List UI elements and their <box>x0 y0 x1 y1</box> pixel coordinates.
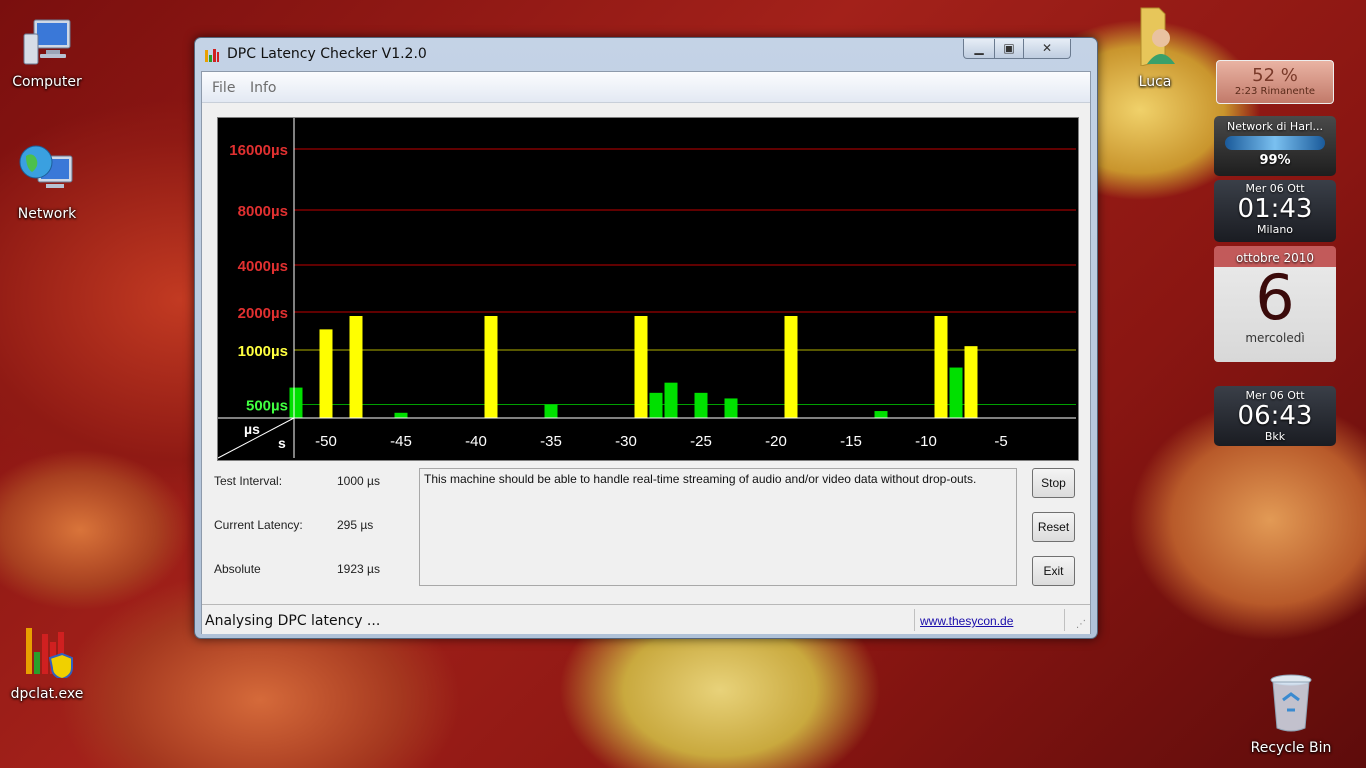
y-tick-label: 16000µs <box>229 142 288 159</box>
exit-button[interactable]: Exit <box>1032 556 1075 586</box>
chart-background <box>218 118 1078 460</box>
absolute-label: Absolute <box>214 562 261 576</box>
latency-bar <box>319 329 333 418</box>
desktop-background: Computer Network dpclat.exe Luca Recycle… <box>0 0 1366 768</box>
y-tick-label: 1000µs <box>238 343 288 360</box>
thesycon-link[interactable]: www.thesycon.de <box>920 614 1013 628</box>
clock-gadget-bkk[interactable]: Mer 06 Ott 06:43 Bkk <box>1214 386 1336 446</box>
maximize-button[interactable]: ▣ <box>994 39 1024 59</box>
latency-bar <box>634 316 648 418</box>
x-tick-label: -15 <box>840 433 862 450</box>
desktop-icon-label: Network <box>17 206 77 222</box>
battery-remaining: 2:23 Rimanente <box>1234 86 1316 97</box>
resize-grip-icon[interactable]: ⋰ <box>1076 619 1086 630</box>
latency-bar <box>664 382 678 418</box>
maximize-icon: ▣ <box>1003 41 1015 55</box>
clock-gadget-milano[interactable]: Mer 06 Ott 01:43 Milano <box>1214 180 1336 242</box>
desktop-icon-luca[interactable]: Luca <box>1110 4 1200 90</box>
y-tick-label: 4000µs <box>238 258 288 275</box>
latency-bar <box>874 411 888 418</box>
menu-bar: File Info <box>202 72 1090 103</box>
latency-bar <box>289 387 303 418</box>
network-signal: 99% <box>1259 153 1291 168</box>
clock-city: Milano <box>1256 223 1294 236</box>
latency-chart: 16000µs 8000µs 4000µs 2000µs 1000µs 500µs µs s -… <box>217 117 1079 461</box>
latency-bar <box>949 367 963 418</box>
x-tick-label: -45 <box>390 433 412 450</box>
menu-file[interactable]: File <box>212 80 235 96</box>
calendar-gadget[interactable]: ottobre 2010 6 mercoledì <box>1214 246 1336 362</box>
latency-bar <box>784 316 798 418</box>
close-button[interactable]: ✕ <box>1023 39 1071 59</box>
status-text: Analysing DPC latency ... <box>205 613 381 629</box>
battery-gadget[interactable]: 52 % 2:23 Rimanente <box>1216 60 1334 104</box>
clock-city: Bkk <box>1264 430 1286 443</box>
current-latency-label: Current Latency: <box>214 518 303 532</box>
latency-bar <box>544 404 558 418</box>
minimize-button[interactable]: ▁ <box>963 39 995 59</box>
calendar-day: 6 <box>1255 261 1295 334</box>
test-interval-value: 1000 µs <box>337 474 380 488</box>
latency-bar <box>349 316 363 418</box>
y-tick-label: 8000µs <box>238 203 288 220</box>
absolute-value: 1923 µs <box>337 562 380 576</box>
x-tick-label: -30 <box>615 433 637 450</box>
close-icon: ✕ <box>1041 41 1053 55</box>
desktop-icon-computer[interactable]: Computer <box>2 16 92 90</box>
signal-meter-icon <box>1225 136 1325 150</box>
status-separator <box>1064 609 1065 631</box>
calendar-weekday: mercoledì <box>1245 331 1305 345</box>
latency-bar <box>649 392 663 418</box>
minimize-icon: ▁ <box>974 41 984 55</box>
y-tick-label: 2000µs <box>238 305 288 322</box>
desktop-icon-recycle-bin[interactable]: Recycle Bin <box>1246 672 1336 756</box>
network-name: Network di Harl... <box>1226 120 1324 133</box>
network-gadget[interactable]: Network di Harl... 99% <box>1214 116 1336 176</box>
y-unit-label: µs <box>244 421 260 437</box>
reset-button[interactable]: Reset <box>1032 512 1075 542</box>
result-message: This machine should be able to handle re… <box>419 468 1017 586</box>
status-separator <box>914 609 915 631</box>
stop-button[interactable]: Stop <box>1032 468 1075 498</box>
y-tick-label: 500µs <box>246 398 288 415</box>
test-interval-label: Test Interval: <box>214 474 283 488</box>
menu-info[interactable]: Info <box>250 80 277 96</box>
x-tick-label: -5 <box>994 433 1007 450</box>
latency-bar <box>484 316 498 418</box>
recycle-bin-icon <box>1246 672 1336 736</box>
latency-bar <box>394 412 408 418</box>
x-tick-label: -20 <box>765 433 787 450</box>
app-title-icon <box>205 49 219 62</box>
desktop-icon-dpclat[interactable]: dpclat.exe <box>2 624 92 702</box>
desktop-icon-label: Luca <box>1138 74 1172 90</box>
user-folder-icon <box>1110 4 1200 70</box>
x-tick-label: -25 <box>690 433 712 450</box>
x-tick-label: -40 <box>465 433 487 450</box>
window-title: DPC Latency Checker V1.2.0 <box>227 46 427 62</box>
dpc-latency-window[interactable]: DPC Latency Checker V1.2.0 ▁ ▣ ✕ File In… <box>194 37 1098 639</box>
latency-bar <box>964 346 978 418</box>
computer-icon <box>2 16 92 70</box>
x-tick-label: -50 <box>315 433 337 450</box>
desktop-icon-label: Computer <box>12 74 82 90</box>
desktop-icon-label: Recycle Bin <box>1250 740 1332 756</box>
network-icon <box>2 142 92 202</box>
latency-bar <box>694 392 708 418</box>
x-unit-label: s <box>278 435 286 451</box>
battery-percent: 52 % <box>1252 65 1298 86</box>
dpclat-app-icon <box>2 624 92 682</box>
desktop-icon-label: dpclat.exe <box>10 686 84 702</box>
desktop-icon-network[interactable]: Network <box>2 142 92 222</box>
current-latency-value: 295 µs <box>337 518 374 532</box>
latency-bar <box>934 316 948 418</box>
x-tick-label: -35 <box>540 433 562 450</box>
latency-bar <box>724 398 738 418</box>
clock-time: 01:43 <box>1237 194 1313 224</box>
status-bar: Analysing DPC latency ... www.thesycon.d… <box>202 604 1090 634</box>
clock-time: 06:43 <box>1237 401 1313 431</box>
x-tick-label: -10 <box>915 433 937 450</box>
window-client-area: File Info 16000µs 8000µs 4000µs 2000µs 1000µ… <box>201 71 1091 634</box>
